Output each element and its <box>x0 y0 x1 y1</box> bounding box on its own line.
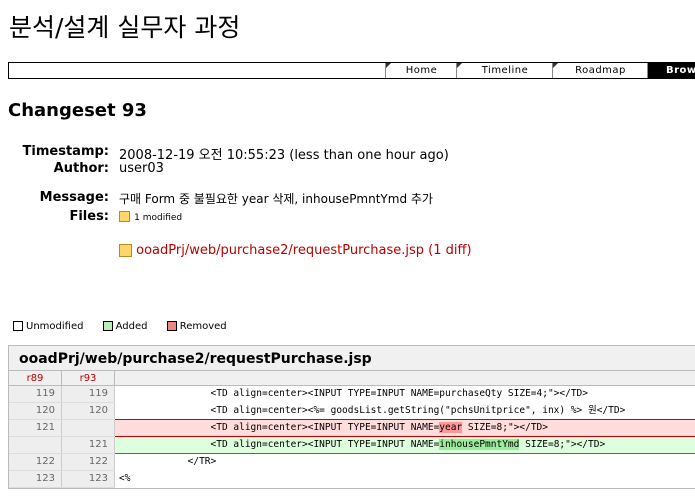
timestamp-label: Timestamp: <box>22 144 109 159</box>
old-line-number: 120 <box>9 402 62 420</box>
legend-added-label: Added <box>115 321 148 332</box>
page-title: Changeset 93 <box>8 100 147 121</box>
diff-row: 120 120 <TD align=center><%= goodsList.g… <box>9 402 695 420</box>
diff-panel: ooadPrj/web/purchase2/requestPurchase.js… <box>8 345 695 489</box>
files-summary-text: 1 modified <box>134 213 183 223</box>
message-label: Message: <box>39 190 109 205</box>
code-pre: <TD align=center><INPUT TYPE=INPUT NAME= <box>119 439 440 450</box>
code-pre: <TD align=center><INPUT TYPE=INPUT NAME= <box>119 422 440 433</box>
code-line: <% <box>119 473 131 484</box>
diff-file-header: ooadPrj/web/purchase2/requestPurchase.js… <box>9 346 695 371</box>
diff-row: 119 119 <TD align=center><INPUT TYPE=INP… <box>9 385 695 403</box>
added-swatch <box>102 321 113 331</box>
files-label: Files: <box>69 209 109 224</box>
message-value: 구매 Form 중 불필요한 year 삭제, inhousePmntYmd 추… <box>119 192 433 206</box>
modified-file-icon <box>119 244 132 257</box>
new-line-number: 123 <box>61 470 115 488</box>
author-label: Author: <box>53 161 109 176</box>
code-line: <TD align=center><INPUT TYPE=INPUT NAME=… <box>114 436 695 454</box>
legend-removed: Removed <box>166 321 227 332</box>
old-line-number: 119 <box>9 385 62 403</box>
diff-row: 122 122 </TR> <box>9 453 695 471</box>
author-value: user03 <box>119 161 164 176</box>
nav-browse-label: Brow <box>666 65 695 76</box>
nav-home-label: Home <box>405 65 438 76</box>
unmodified-swatch <box>13 321 23 331</box>
nav-timeline[interactable]: Timeline <box>456 63 553 78</box>
code-line: <TD align=center><INPUT TYPE=INPUT NAME=… <box>114 419 695 437</box>
site-title: 분석/설계 실무자 과정 <box>9 13 241 42</box>
diff-count-link[interactable]: 1 diff <box>433 243 466 258</box>
removed-swatch <box>166 321 177 331</box>
diff-legend: Unmodified Added Removed <box>13 321 243 332</box>
code-post: SIZE=8;"></TD> <box>519 439 606 450</box>
new-line-number: 119 <box>61 385 115 403</box>
legend-added: Added <box>102 321 148 332</box>
added-highlight: inhousePmntYmd <box>439 439 520 450</box>
nav-timeline-label: Timeline <box>481 65 529 76</box>
legend-removed-label: Removed <box>179 321 227 332</box>
main-navigation: Home Timeline Roadmap Brow <box>8 62 695 79</box>
diff-row: 123 123 <% <box>9 470 695 488</box>
diff-row-removed: 121 <TD align=center><INPUT TYPE=INPUT N… <box>9 419 695 437</box>
old-revision-header[interactable]: r89 <box>9 371 62 386</box>
code-line: <TD align=center><%= goodsList.getString… <box>119 404 626 416</box>
old-line-number: 122 <box>9 453 62 471</box>
new-line-number: 121 <box>61 436 115 454</box>
nav-roadmap[interactable]: Roadmap <box>552 63 648 78</box>
code-post: SIZE=8;"></TD> <box>462 422 548 433</box>
nav-roadmap-label: Roadmap <box>575 65 626 76</box>
nav-notch-icon <box>386 63 391 68</box>
removed-highlight: year <box>439 422 463 433</box>
nav-browse[interactable]: Brow <box>647 63 695 78</box>
file-path-link[interactable]: ooadPrj/web/purchase2/requestPurchase.js… <box>136 243 424 258</box>
nav-notch-icon <box>457 63 462 68</box>
new-revision-header[interactable]: r93 <box>61 371 115 386</box>
diff-row-added: 121 <TD align=center><INPUT TYPE=INPUT N… <box>9 436 695 454</box>
legend-unmodified-label: Unmodified <box>26 321 84 332</box>
files-summary: 1 modified <box>119 209 182 224</box>
code-line: <TD align=center><INPUT TYPE=INPUT NAME=… <box>119 388 589 400</box>
diff-table: r89 r93 119 119 <TD align=center><INPUT … <box>9 371 695 488</box>
new-line-number <box>61 419 115 437</box>
code-line: </TR> <box>119 456 217 468</box>
code-header <box>114 371 695 386</box>
file-entry: ooadPrj/web/purchase2/requestPurchase.js… <box>119 243 472 258</box>
timestamp-value: 2008-12-19 오전 10:55:23 (less than one ho… <box>119 148 449 163</box>
nav-notch-icon <box>553 63 558 68</box>
old-line-number: 123 <box>9 470 62 488</box>
modified-file-icon <box>119 211 130 222</box>
nav-home[interactable]: Home <box>385 63 457 78</box>
old-line-number <box>9 436 62 454</box>
new-line-number: 120 <box>61 402 115 420</box>
old-line-number: 121 <box>9 419 62 437</box>
legend-unmodified: Unmodified <box>13 321 83 332</box>
new-line-number: 122 <box>61 453 115 471</box>
diff-close-paren: ) <box>466 243 472 258</box>
